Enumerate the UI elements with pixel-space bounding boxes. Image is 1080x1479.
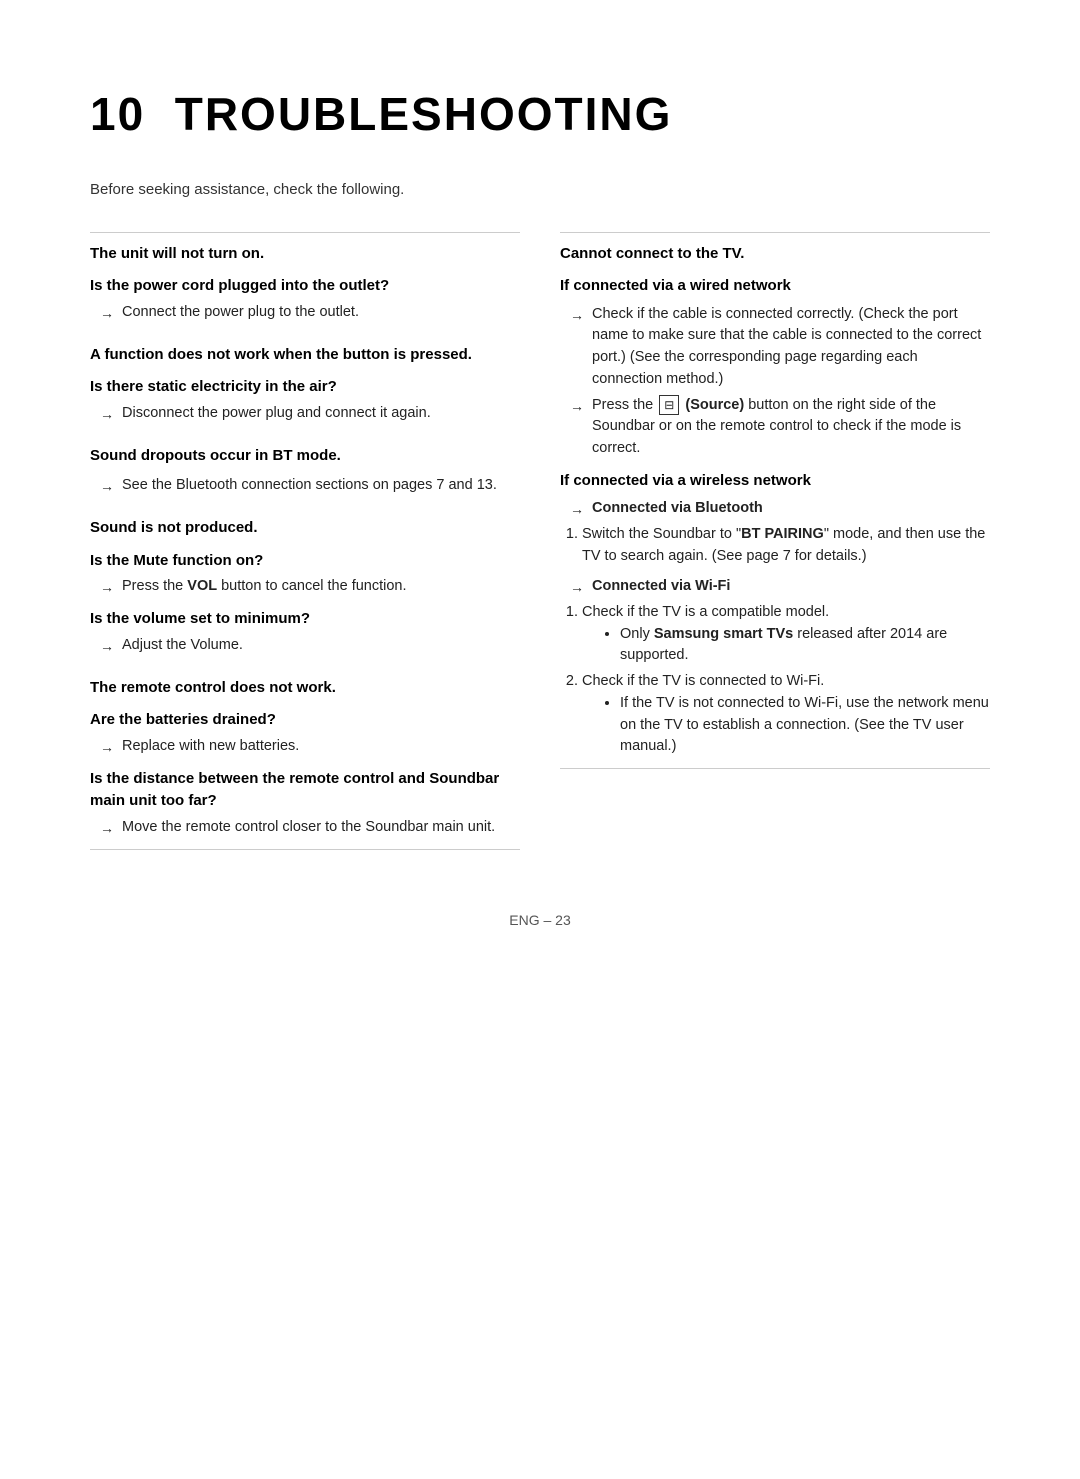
section-header-remote: The remote control does not work. — [90, 677, 520, 700]
section-header-function: A function does not work when the button… — [90, 344, 520, 367]
source-icon: ⊟ — [659, 395, 679, 415]
bt-list-item-1: Switch the Soundbar to "BT PAIRING" mode… — [582, 524, 990, 568]
section-unit-no-turn: The unit will not turn on. Is the power … — [90, 232, 520, 334]
sub-header-wireless: If connected via a wireless network — [560, 470, 990, 493]
wifi-list-item-1: Check if the TV is a compatible model. O… — [582, 602, 990, 667]
question-power-cord: Is the power cord plugged into the outle… — [90, 275, 520, 298]
wifi-list-item-2: Check if the TV is connected to Wi-Fi. I… — [582, 671, 990, 758]
arrow-icon-4: → — [100, 577, 114, 598]
section-header-unit: The unit will not turn on. — [90, 243, 520, 266]
answer-power-cord: → Connect the power plug to the outlet. — [100, 302, 520, 324]
answer-batteries: → Replace with new batteries. — [100, 736, 520, 758]
intro-text: Before seeking assistance, check the fol… — [90, 179, 990, 202]
bt-numbered-list: Switch the Soundbar to "BT PAIRING" mode… — [582, 524, 990, 568]
section-function-no-work: A function does not work when the button… — [90, 334, 520, 435]
wifi-bullet-list-1: Only Samsung smart TVs released after 20… — [620, 624, 990, 668]
section-sound-not-produced: Sound is not produced. Is the Mute funct… — [90, 507, 520, 667]
connected-via-bt-label: → Connected via Bluetooth — [570, 498, 990, 520]
wifi-bullet-1: Only Samsung smart TVs released after 20… — [620, 624, 990, 668]
wifi-bullet-2: If the TV is not connected to Wi-Fi, use… — [620, 693, 990, 758]
arrow-icon-11: → — [570, 577, 584, 598]
page-number: ENG – 23 — [509, 912, 570, 928]
answer-static: → Disconnect the power plug and connect … — [100, 403, 520, 425]
arrow-icon-6: → — [100, 737, 114, 758]
arrow-icon-10: → — [570, 499, 584, 520]
arrow-icon-5: → — [100, 636, 114, 657]
answer-cable-check: → Check if the cable is connected correc… — [570, 304, 990, 391]
content-grid: The unit will not turn on. Is the power … — [90, 232, 990, 850]
question-distance: Is the distance between the remote contr… — [90, 768, 520, 813]
question-batteries: Are the batteries drained? — [90, 709, 520, 732]
question-static: Is there static electricity in the air? — [90, 376, 520, 399]
section-header-sound: Sound is not produced. — [90, 517, 520, 540]
arrow-icon-3: → — [100, 476, 114, 497]
arrow-icon-9: → — [570, 396, 584, 417]
page-title: 10 TROUBLESHOOTING — [90, 80, 990, 149]
arrow-icon-2: → — [100, 404, 114, 425]
left-column: The unit will not turn on. Is the power … — [90, 232, 520, 850]
answer-bt: → See the Bluetooth connection sections … — [100, 475, 520, 497]
section-cannot-connect: Cannot connect to the TV. If connected v… — [560, 232, 990, 770]
question-mute: Is the Mute function on? — [90, 550, 520, 573]
sub-header-wired: If connected via a wired network — [560, 275, 990, 298]
arrow-icon-7: → — [100, 818, 114, 839]
arrow-icon-1: → — [100, 303, 114, 324]
section-header-tv: Cannot connect to the TV. — [560, 243, 990, 266]
section-remote-no-work: The remote control does not work. Are th… — [90, 667, 520, 850]
section-sound-dropouts: Sound dropouts occur in BT mode. → See t… — [90, 435, 520, 508]
footer: ENG – 23 — [90, 910, 990, 931]
right-column: Cannot connect to the TV. If connected v… — [560, 232, 990, 850]
answer-distance: → Move the remote control closer to the … — [100, 817, 520, 839]
arrow-icon-8: → — [570, 305, 584, 326]
wifi-bullet-list-2: If the TV is not connected to Wi-Fi, use… — [620, 693, 990, 758]
wifi-numbered-list: Check if the TV is a compatible model. O… — [582, 602, 990, 758]
answer-mute: → Press the VOL button to cancel the fun… — [100, 576, 520, 598]
connected-via-wifi-label: → Connected via Wi-Fi — [570, 576, 990, 598]
question-volume: Is the volume set to minimum? — [90, 608, 520, 631]
section-header-bt: Sound dropouts occur in BT mode. — [90, 445, 520, 468]
answer-volume: → Adjust the Volume. — [100, 635, 520, 657]
answer-source-button: → Press the ⊟ (Source) button on the rig… — [570, 395, 990, 460]
